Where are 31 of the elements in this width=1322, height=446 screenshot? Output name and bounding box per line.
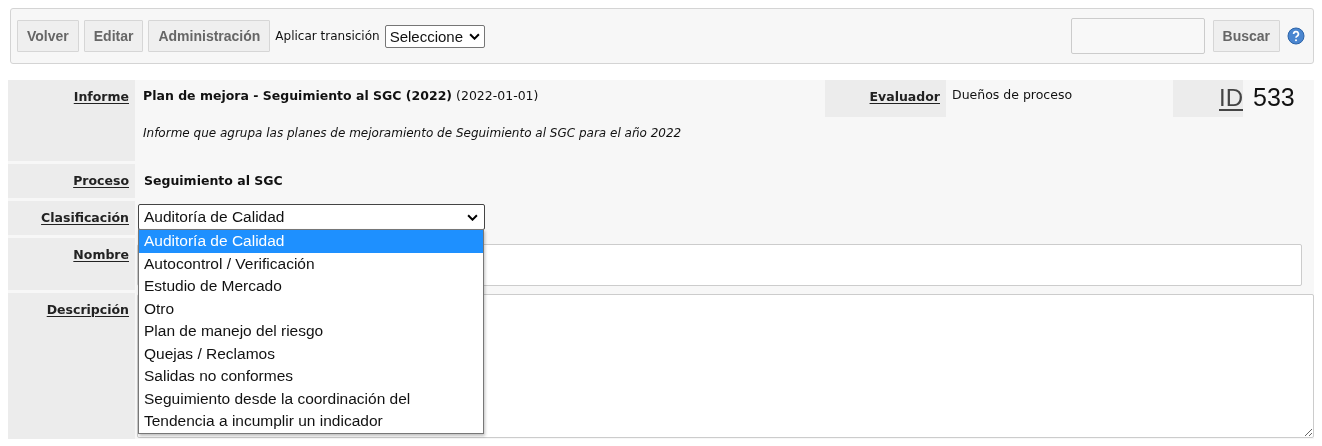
caret-icon (469, 32, 480, 40)
help-icon[interactable] (1287, 27, 1305, 45)
field-value: Seguimiento al SGC (143, 172, 283, 190)
dropdown-option[interactable]: Quejas / Reclamos (139, 342, 483, 365)
field-value: Dueños de proceso (951, 86, 1074, 104)
transition-label: Aplicar transición (275, 29, 380, 43)
toolbar-button[interactable]: Volver (17, 20, 79, 52)
id-value: 533 (1252, 82, 1295, 113)
dropdown-option[interactable]: Tendencia a incumplir un indicador (139, 410, 483, 433)
field-label: Clasificación (41, 210, 129, 225)
dropdown-option[interactable]: Salidas no conformes (139, 365, 483, 388)
transition-select[interactable]: Seleccione (384, 24, 485, 48)
report-description: Informe que agrupa las planes de mejoramiento de Seguimiento al SGC para el año 2022 (143, 126, 683, 140)
report-title: Plan de mejora - Seguimiento al SGC (2022) (2022-01-01) (143, 88, 540, 103)
dropdown-option[interactable]: Seguimiento desde la coordinación del (139, 387, 483, 410)
field-label: Informe (73, 89, 129, 104)
dropdown-option[interactable]: Autocontrol / Verificación (139, 252, 483, 275)
field-label: Descripción (46, 302, 129, 317)
toolbar-button[interactable]: Editar (83, 20, 144, 52)
field-label: Nombre (73, 247, 129, 262)
dropdown-option[interactable]: Otro (139, 297, 483, 320)
id-label: ID (1219, 84, 1243, 111)
field-label: Evaluador (869, 89, 940, 104)
search-button[interactable]: Buscar (1212, 20, 1280, 52)
caret-icon (467, 213, 478, 221)
field-label: Proceso (73, 173, 129, 188)
classification-select[interactable]: Auditoría de Calidad (138, 204, 485, 230)
dropdown-option[interactable]: Plan de manejo del riesgo (139, 320, 483, 343)
toolbar-button[interactable]: Administración (148, 20, 271, 52)
search-field[interactable] (1070, 18, 1205, 54)
dropdown-option[interactable]: Estudio de Mercado (139, 275, 483, 298)
